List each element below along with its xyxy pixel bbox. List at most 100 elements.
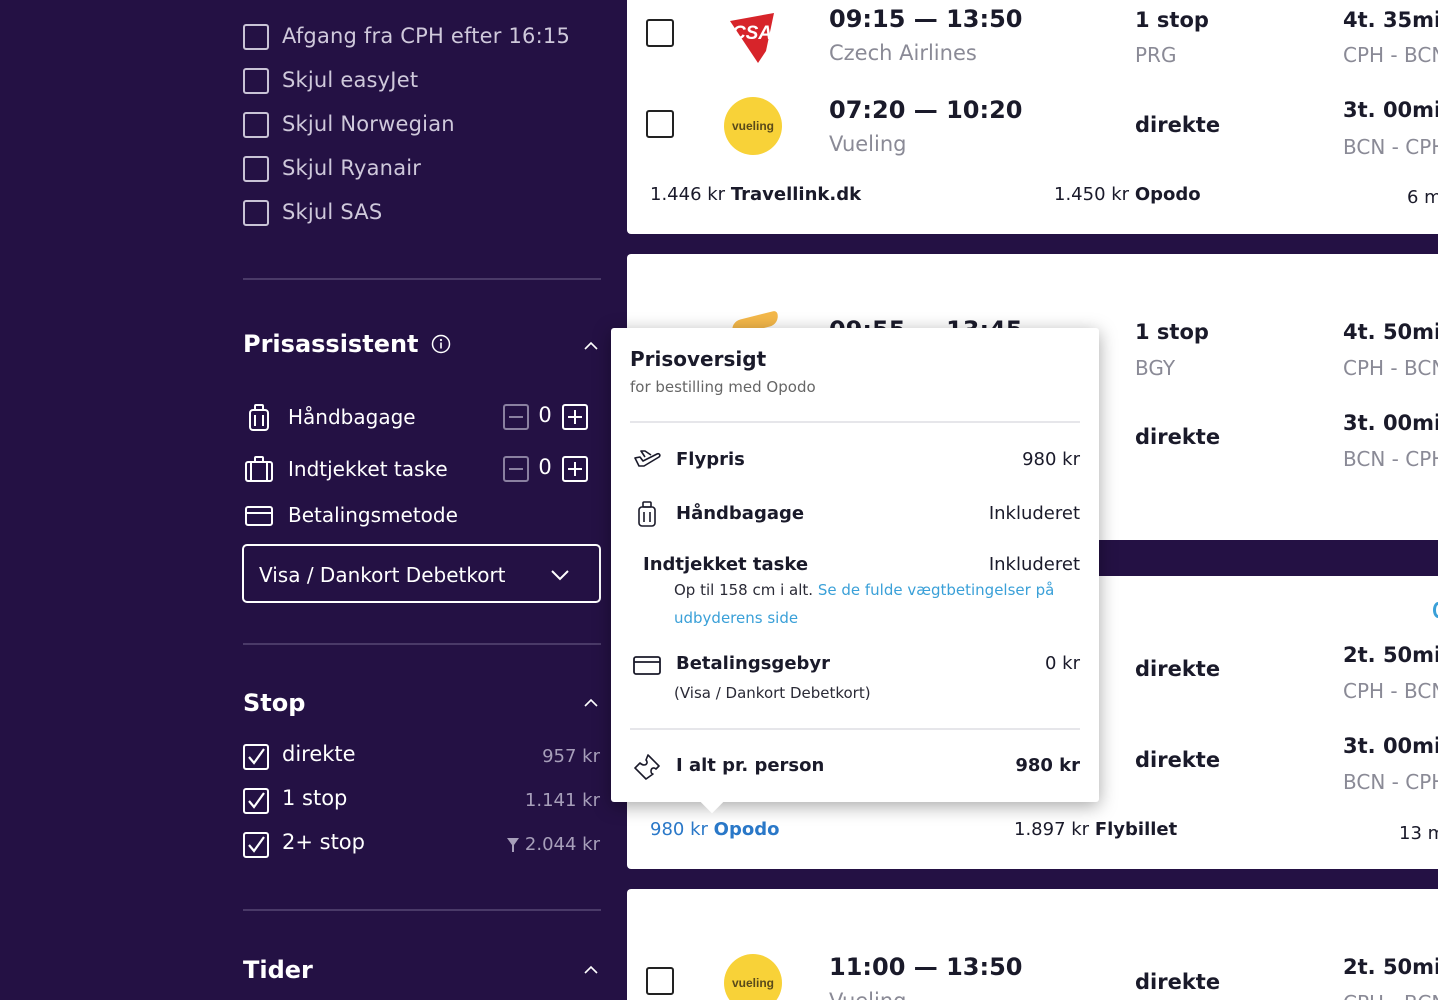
price-assistant-title-text: Prisassistent (243, 330, 419, 358)
flight-times: 09:15 — 13:50 (829, 5, 1023, 33)
checked-bag-value: Inkluderet (988, 554, 1080, 575)
total-per-person-label: I alt pr. person (676, 755, 825, 776)
hand-baggage-label: Håndbagage (288, 405, 416, 429)
filter-label-afgang: Afgang fra CPH efter 16:15 (282, 24, 571, 48)
checked-bag-count: 0 (538, 455, 552, 479)
offer-vendor: Opodo (1134, 184, 1201, 205)
divider (243, 278, 601, 280)
collapse-chevron-icon[interactable] (582, 340, 600, 352)
ticket-icon (634, 754, 660, 780)
filter-checkbox-sas[interactable] (243, 200, 269, 226)
checked-bag-increment-button[interactable] (562, 456, 588, 482)
flight-duration: 3t. 00min (1343, 98, 1438, 122)
checkmark-icon (248, 748, 265, 765)
filter-checkbox-easyjet[interactable] (243, 68, 269, 94)
flight-duration: 3t. 00min (1343, 411, 1438, 435)
vueling-logo-text: vueling (731, 119, 774, 133)
flight-duration: 4t. 35min (1343, 8, 1438, 32)
select-flight-checkbox[interactable] (646, 967, 674, 995)
hand-baggage-increment-button[interactable] (562, 404, 588, 430)
vueling-logo: vueling (724, 97, 782, 155)
select-flight-checkbox[interactable] (646, 110, 674, 138)
info-icon[interactable] (431, 334, 451, 354)
filter-checkbox-afgang[interactable] (243, 24, 269, 50)
csa-logo-text: CSA (732, 23, 772, 44)
more-offers-link[interactable]: 6 m (1407, 187, 1438, 208)
flight-times: 07:20 — 10:20 (829, 96, 1023, 124)
flight-duration: 2t. 50min (1343, 643, 1438, 667)
collapse-chevron-icon[interactable] (582, 964, 600, 976)
airplane-icon (634, 450, 661, 467)
filter-funnel-icon (507, 838, 519, 852)
flight-route: CPH - BCN (1343, 356, 1438, 380)
offer-price: 1.446 kr (650, 184, 726, 205)
hand-baggage-label: Håndbagage (676, 503, 805, 524)
filter-checkbox-norwegian[interactable] (243, 112, 269, 138)
flight-duration: 2t. 50min (1343, 955, 1438, 979)
stop-price-2-plus-stop: 2.044 kr (524, 834, 600, 855)
flight-duration: 3t. 00min (1343, 734, 1438, 758)
airline-name: Vueling (829, 989, 906, 1000)
stops-count: 1 stop (1135, 8, 1209, 32)
filter-checkbox-ryanair[interactable] (243, 156, 269, 182)
stop-label-2-plus-stop: 2+ stop (282, 830, 365, 854)
stops-count: direkte (1135, 748, 1221, 772)
offer-link[interactable]: 980 kr Opodo (650, 819, 779, 840)
stop-checkbox-1-stop[interactable] (243, 788, 269, 814)
offer-link[interactable]: 1.450 kr Opodo (1054, 184, 1201, 205)
offer-vendor: Opodo (713, 819, 780, 840)
scroll-hint-icon (1433, 602, 1438, 618)
offer-link[interactable]: 1.897 kr Flybillet (1014, 819, 1177, 840)
checked-bag-icon (245, 456, 273, 482)
offer-price: 1.897 kr (1014, 819, 1090, 840)
checked-bag-note-text: Op til 158 cm i alt. (674, 581, 814, 599)
payment-method-value: Visa / Dankort Debetkort (259, 563, 506, 587)
offer-price: 980 kr (650, 819, 708, 840)
checked-bag-decrement-button[interactable] (503, 456, 529, 482)
stopover-airport: PRG (1135, 43, 1177, 67)
result-card[interactable]: CSA 09:15 — 13:50 Czech Airlines 1 stop … (627, 0, 1438, 234)
collapse-chevron-icon[interactable] (582, 697, 600, 709)
divider (243, 909, 601, 911)
flight-duration: 4t. 50min (1343, 320, 1438, 344)
hand-baggage-icon (249, 404, 269, 431)
stop-label-1-stop: 1 stop (282, 786, 348, 810)
stops-count: direkte (1135, 657, 1221, 681)
offer-vendor: Travellink.dk (730, 184, 862, 205)
filter-label-norwegian: Skjul Norwegian (282, 112, 455, 136)
payment-method-select[interactable]: Visa / Dankort Debetkort (242, 544, 601, 603)
checked-bag-label: Indtjekket taske (643, 554, 809, 575)
checked-bag-label: Indtjekket taske (288, 457, 448, 481)
result-card[interactable]: vueling 11:00 — 13:50 Vueling direkte 2t… (627, 889, 1438, 1000)
flight-route: BCN - CPH (1343, 447, 1438, 471)
divider (243, 643, 601, 645)
payment-fee-value: 0 kr (1045, 653, 1080, 674)
stop-price-direkte: 957 kr (542, 746, 600, 767)
hand-baggage-value: Inkluderet (988, 503, 1080, 524)
hand-baggage-decrement-button[interactable] (503, 404, 529, 430)
chevron-down-icon (551, 570, 569, 581)
filter-label-easyjet: Skjul easyJet (282, 68, 419, 92)
airline-name: Vueling (829, 132, 907, 156)
select-flight-checkbox[interactable] (646, 19, 674, 47)
flight-route: CPH - BCN (1343, 679, 1438, 703)
filter-label-ryanair: Skjul Ryanair (282, 156, 422, 180)
hand-baggage-count: 0 (538, 403, 552, 427)
stops-count: direkte (1135, 425, 1221, 449)
flight-route: CPH - BCN (1343, 43, 1438, 67)
payment-method-label: Betalingsmetode (288, 503, 458, 527)
popover-title: Prisoversigt (630, 347, 767, 371)
stop-checkbox-2-plus-stop[interactable] (243, 832, 269, 858)
stop-checkbox-direkte[interactable] (243, 744, 269, 770)
total-per-person-value: 980 kr (1015, 755, 1080, 776)
offer-link[interactable]: 1.446 kr Travellink.dk (650, 184, 861, 205)
payment-fee-label: Betalingsgebyr (676, 653, 831, 674)
offer-vendor: Flybillet (1094, 819, 1178, 840)
credit-card-icon (633, 656, 661, 675)
stopover-airport: BGY (1135, 356, 1176, 380)
czech-airlines-logo: CSA (724, 5, 782, 63)
more-offers-link[interactable]: 13 m (1399, 823, 1438, 844)
flight-route: BCN - CPH (1343, 770, 1438, 794)
filter-label-sas: Skjul SAS (282, 200, 383, 224)
credit-card-icon (245, 506, 273, 526)
